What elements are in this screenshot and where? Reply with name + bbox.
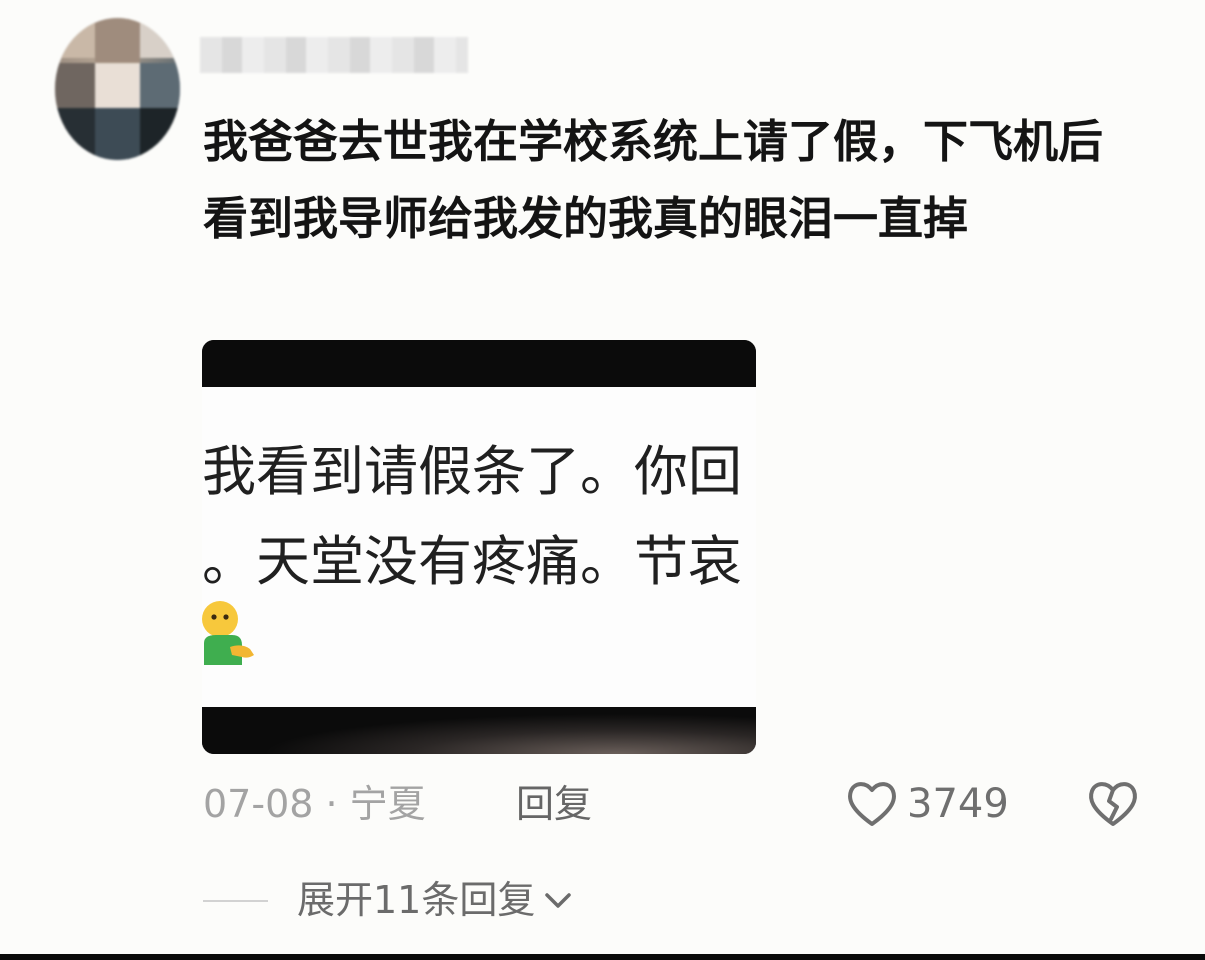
like-count: 3749: [907, 781, 1009, 827]
broken-heart-icon[interactable]: [1085, 779, 1141, 829]
image-screen-content: 我看到请假条了。你回 。天堂没有疼痛。节哀: [202, 387, 756, 707]
expand-replies-label: 展开11条回复: [297, 878, 536, 922]
image-text-line-2: 。天堂没有疼痛。节哀: [202, 530, 742, 593]
expand-replies-row: 展开11条回复: [203, 875, 703, 925]
image-text-line-1: 我看到请假条了。你回: [202, 440, 742, 503]
chevron-down-icon: [545, 893, 572, 908]
heart-icon[interactable]: [845, 779, 899, 829]
reply-button[interactable]: 回复: [516, 779, 592, 829]
image-top-bar: [202, 340, 756, 387]
expand-divider: [203, 900, 268, 902]
username-blurred[interactable]: [200, 37, 468, 73]
comment-meta-row: 07-08 · 宁夏 回复 3749: [203, 779, 1163, 829]
expand-replies-button[interactable]: 展开11条回复: [297, 875, 575, 925]
like-group[interactable]: 3749: [845, 779, 1009, 829]
comment-text: 我爸爸去世我在学校系统上请了假，下飞机后看到我导师给我发的我真的眼泪一直掉: [203, 115, 1104, 245]
image-bottom-bar: [202, 707, 756, 754]
bottom-edge: [0, 954, 1205, 960]
avatar[interactable]: [55, 18, 180, 160]
hugging-face-emoji-icon: [202, 601, 254, 665]
comment-date-location: 07-08 · 宁夏: [203, 782, 426, 826]
comment-attached-image[interactable]: 我看到请假条了。你回 。天堂没有疼痛。节哀: [202, 340, 756, 754]
